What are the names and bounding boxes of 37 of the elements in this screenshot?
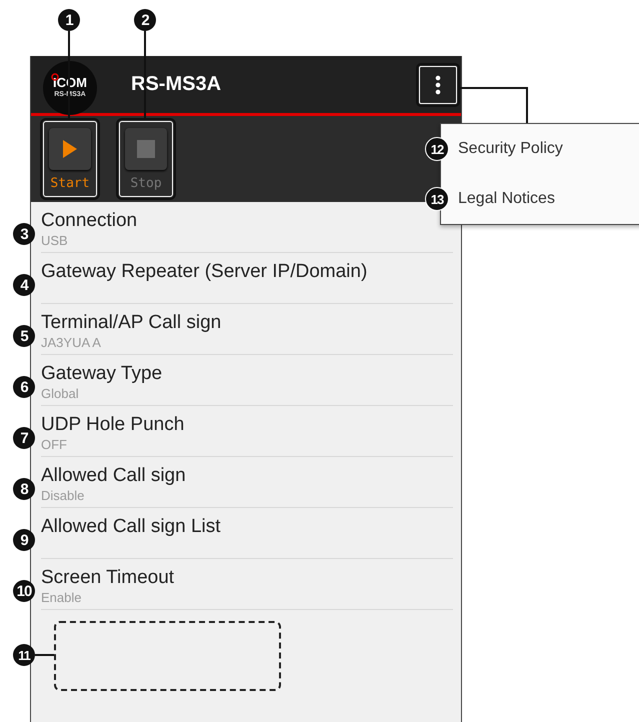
setting-value: OFF	[41, 436, 68, 453]
more-icon	[435, 74, 441, 94]
setting-value: Global	[41, 385, 80, 402]
app-title: RS-MS3A	[131, 73, 222, 96]
menu-button[interactable]	[416, 62, 460, 106]
setting-value: USB	[41, 232, 69, 249]
menu-item[interactable]: Security Policy	[458, 124, 639, 174]
callout-number: 5	[13, 325, 35, 347]
setting-value: Enable	[41, 589, 82, 606]
callout-number: 4	[13, 274, 35, 296]
callout-number: 8	[13, 478, 35, 500]
setting-title: Terminal/AP Call sign	[41, 312, 222, 334]
menu-item[interactable]: Legal Notices	[458, 174, 639, 224]
callout-number: 11	[13, 644, 35, 666]
leader-line	[35, 654, 54, 656]
callout-number: 3	[13, 223, 35, 245]
callout-number: 9	[13, 529, 35, 551]
callout-number: 7	[13, 427, 35, 449]
setting-title: Allowed Call sign	[41, 465, 187, 487]
callout-number: 13	[425, 187, 449, 211]
setting-title: Screen Timeout	[41, 567, 176, 589]
setting-value: JA3YUA A	[41, 334, 102, 351]
setting-title: Gateway Repeater (Server IP/Domain)	[41, 261, 368, 283]
callout-number: 12	[425, 137, 449, 161]
callout-number: 1	[58, 9, 80, 31]
setting-title: UDP Hole Punch	[41, 414, 186, 436]
leader-line	[460, 86, 530, 124]
callout-number: 6	[13, 376, 35, 398]
setting-title: Gateway Type	[41, 363, 164, 385]
setting-title: Allowed Call sign List	[41, 516, 222, 538]
setting-title: Connection	[41, 210, 138, 232]
start-button[interactable]: Start	[40, 118, 100, 200]
stop-icon	[137, 140, 155, 158]
play-icon	[63, 140, 77, 158]
callout-number: 10	[13, 580, 35, 602]
callout-number: 2	[134, 9, 156, 31]
setting-value: Disable	[41, 487, 86, 504]
